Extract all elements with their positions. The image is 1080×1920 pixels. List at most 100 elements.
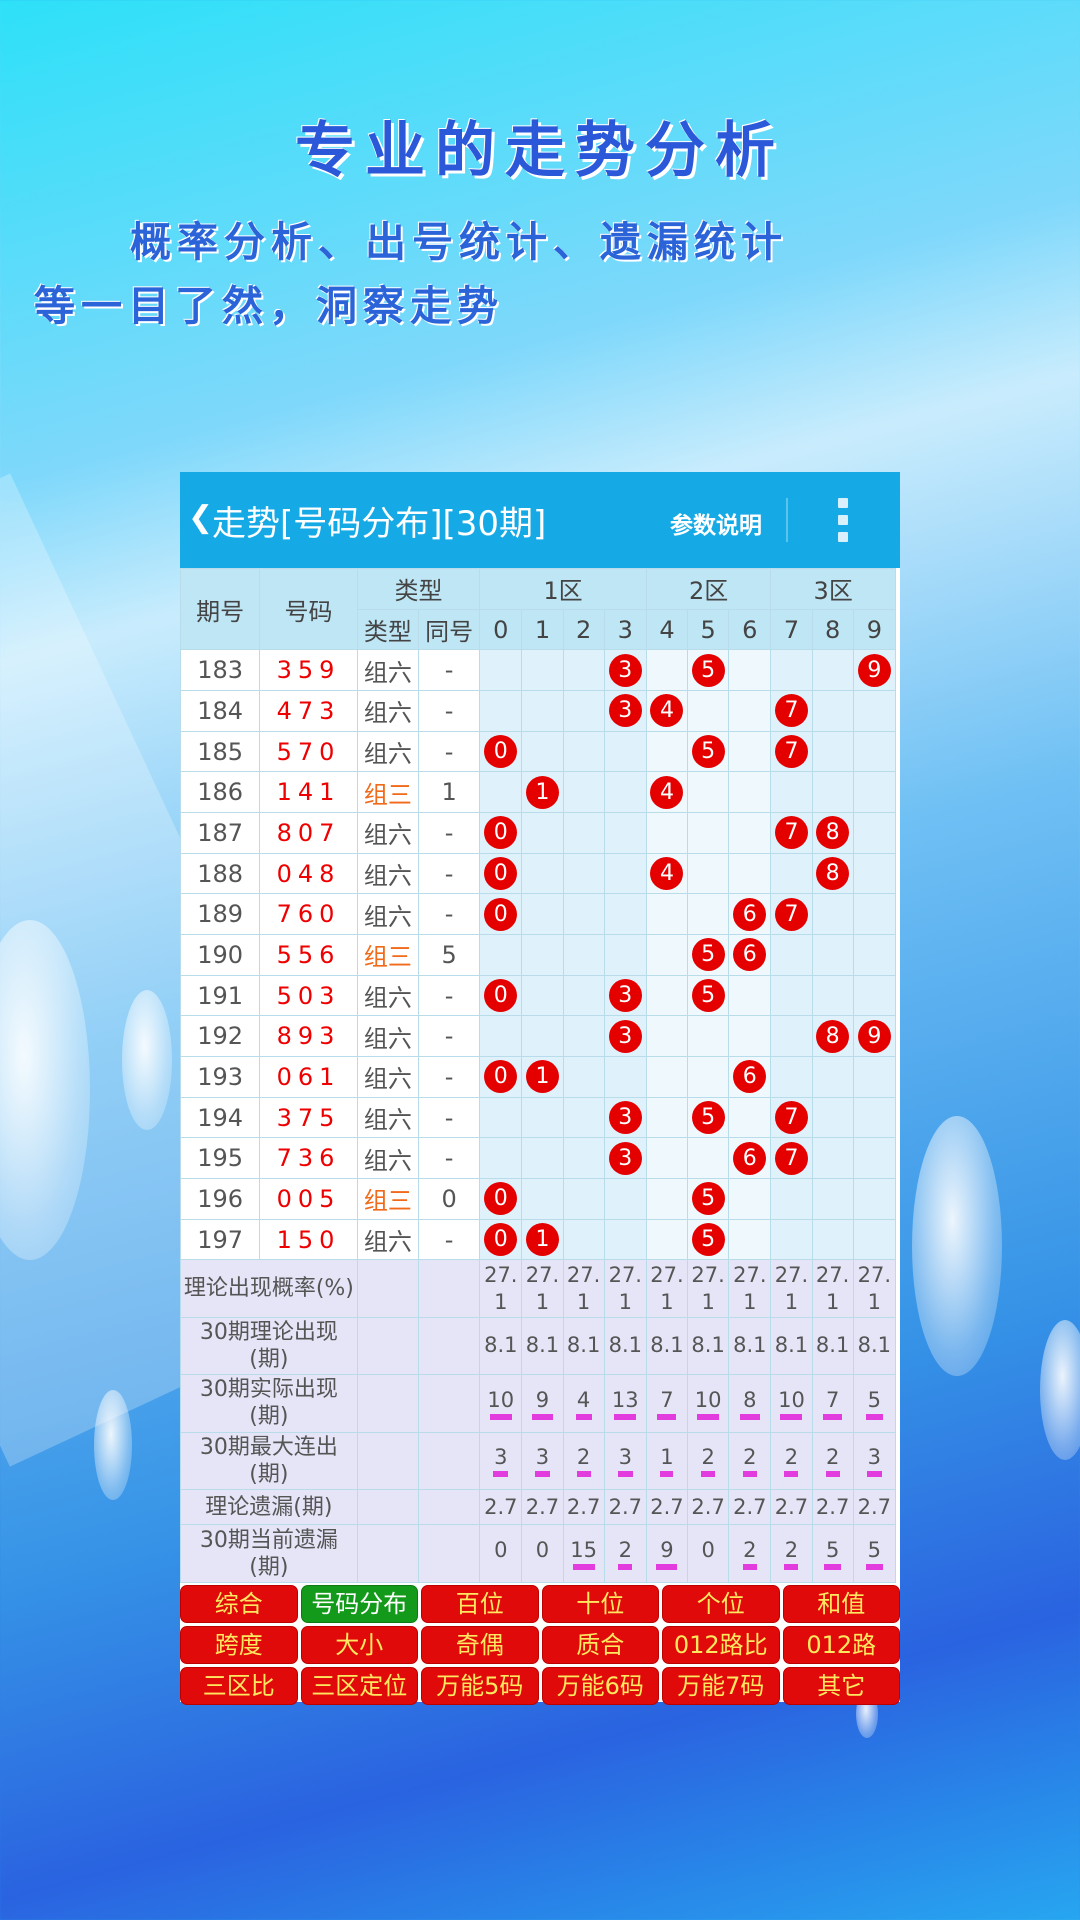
table-row: 186 141 组三 1 1 4 bbox=[179, 771, 897, 814]
stat-value-cell: 2 bbox=[728, 1431, 772, 1490]
digit-cell bbox=[852, 934, 897, 976]
digit-cell bbox=[852, 1137, 897, 1180]
category-button[interactable]: 万能5码 bbox=[421, 1667, 539, 1705]
category-button[interactable]: 三区定位 bbox=[300, 1667, 418, 1705]
stat-value-cell: 2 bbox=[728, 1524, 772, 1583]
stat-value: 5 bbox=[825, 1538, 840, 1563]
category-button[interactable]: 三区比 bbox=[180, 1667, 298, 1705]
more-vertical-icon[interactable] bbox=[838, 498, 848, 542]
category-button[interactable]: 十位 bbox=[541, 1585, 659, 1623]
digit-cell: 6 bbox=[728, 893, 772, 936]
back-chevron-icon[interactable]: ❮ bbox=[188, 500, 213, 535]
stat-value: 2.7 bbox=[650, 1494, 684, 1519]
stat-value: 8.1 bbox=[857, 1333, 892, 1358]
header-digit: 1 bbox=[521, 608, 564, 651]
same-cell: - bbox=[417, 974, 481, 1017]
category-button[interactable]: 跨度 bbox=[180, 1626, 298, 1664]
stat-empty bbox=[417, 1431, 481, 1490]
period-cell: 183 bbox=[179, 649, 261, 692]
digit-cell: 5 bbox=[687, 1096, 730, 1139]
stat-value: 5 bbox=[867, 1538, 882, 1563]
period-cell: 193 bbox=[179, 1056, 261, 1098]
stat-bar bbox=[823, 1413, 843, 1420]
stat-value-cell: 0 bbox=[521, 1524, 564, 1583]
category-button[interactable]: 大小 bbox=[300, 1626, 418, 1664]
table-row: 190 556 组三 5 5 6 bbox=[179, 934, 897, 976]
stat-value-cell: 27.1 bbox=[852, 1259, 897, 1318]
header-digit: 5 bbox=[687, 608, 730, 651]
stat-bar bbox=[697, 1413, 720, 1420]
hit-ball: 0 bbox=[484, 897, 518, 931]
stat-value-cell: 2.7 bbox=[770, 1488, 813, 1526]
category-button[interactable]: 万能7码 bbox=[662, 1667, 780, 1705]
category-button[interactable]: 质合 bbox=[541, 1626, 659, 1664]
category-button[interactable]: 号码分布 bbox=[300, 1585, 418, 1623]
period-cell: 189 bbox=[179, 893, 261, 936]
hit-ball: 3 bbox=[608, 653, 642, 687]
category-button[interactable]: 其它 bbox=[782, 1667, 900, 1705]
digit-cell bbox=[521, 812, 564, 854]
same-cell: - bbox=[417, 1137, 481, 1180]
digit-cell bbox=[811, 649, 854, 692]
category-button-grid: 综合 号码分布 百位 十位 个位 和值 跨度 大小 奇偶 质合 012路比 012路 三区比 三区定位 万能… bbox=[180, 1585, 900, 1705]
category-button[interactable]: 012路 bbox=[782, 1626, 900, 1664]
category-button[interactable]: 奇偶 bbox=[421, 1626, 539, 1664]
same-cell: - bbox=[417, 852, 481, 895]
digit-cell: 8 bbox=[811, 852, 854, 895]
same-cell: 5 bbox=[417, 934, 481, 976]
hit-ball: 5 bbox=[691, 938, 725, 972]
digit-cell bbox=[562, 812, 605, 854]
stat-value: 8.1 bbox=[484, 1333, 518, 1358]
category-button[interactable]: 012路比 bbox=[662, 1626, 780, 1664]
stat-value: 2 bbox=[784, 1445, 799, 1470]
digit-cell bbox=[687, 1137, 730, 1180]
stat-value-cell: 8.1 bbox=[728, 1316, 772, 1376]
digit-cell bbox=[728, 1015, 772, 1058]
stat-value: 13 bbox=[611, 1387, 639, 1412]
digit-cell bbox=[687, 1015, 730, 1058]
number-cell: 061 bbox=[259, 1056, 358, 1098]
hit-ball: 5 bbox=[691, 735, 725, 769]
header-zone-1: 1区 bbox=[479, 568, 647, 610]
table-row: 196 005 组三 0 0 5 bbox=[179, 1178, 897, 1220]
stat-value-cell: 7 bbox=[811, 1374, 854, 1433]
stat-bar bbox=[784, 1471, 799, 1478]
hit-ball: 0 bbox=[484, 735, 518, 769]
hit-ball: 7 bbox=[774, 1141, 808, 1175]
digit-cell bbox=[479, 934, 523, 976]
help-button[interactable]: 参数说明 bbox=[670, 506, 762, 540]
stat-value-cell: 15 bbox=[562, 1524, 605, 1583]
stat-row: 30期最大连出(期) 3 3 2 3 1 2 2 2 2 3 bbox=[180, 1431, 897, 1490]
hit-ball: 7 bbox=[774, 897, 808, 931]
category-button[interactable]: 百位 bbox=[421, 1585, 539, 1623]
category-button[interactable]: 综合 bbox=[180, 1585, 298, 1623]
stat-value: 8 bbox=[743, 1387, 757, 1412]
category-button[interactable]: 和值 bbox=[782, 1585, 900, 1623]
digit-cell: 4 bbox=[645, 852, 689, 895]
stat-value: 8.1 bbox=[608, 1333, 642, 1358]
digit-cell bbox=[811, 1137, 854, 1180]
number-cell: 005 bbox=[259, 1178, 358, 1220]
page-title: 走势[号码分布][30期] bbox=[212, 504, 547, 544]
promo-line-2: 等一目了然，洞察走势 bbox=[34, 282, 504, 330]
header-zone-3: 3区 bbox=[770, 568, 896, 610]
digit-cell: 3 bbox=[603, 690, 647, 732]
stat-value: 2 bbox=[618, 1538, 632, 1563]
hit-ball: 3 bbox=[608, 694, 642, 728]
stat-value-cell: 3 bbox=[479, 1431, 523, 1490]
type-cell: 组六 bbox=[356, 1137, 419, 1180]
type-cell: 组六 bbox=[356, 1096, 419, 1139]
digit-cell bbox=[603, 1056, 647, 1098]
category-button[interactable]: 个位 bbox=[662, 1585, 780, 1623]
category-button[interactable]: 万能6码 bbox=[541, 1667, 659, 1705]
stat-row: 30期当前遗漏(期) 0 0 15 2 9 0 2 2 5 5 bbox=[180, 1524, 897, 1583]
digit-cell bbox=[770, 649, 813, 692]
stat-value-cell: 10 bbox=[770, 1374, 813, 1433]
digit-cell bbox=[562, 649, 605, 692]
hit-ball: 0 bbox=[484, 857, 518, 891]
digit-cell bbox=[562, 852, 605, 895]
digit-cell: 6 bbox=[728, 934, 772, 976]
number-cell: 503 bbox=[259, 974, 358, 1017]
stat-value-cell: 8.1 bbox=[521, 1316, 564, 1376]
stat-value-cell: 3 bbox=[852, 1431, 897, 1490]
